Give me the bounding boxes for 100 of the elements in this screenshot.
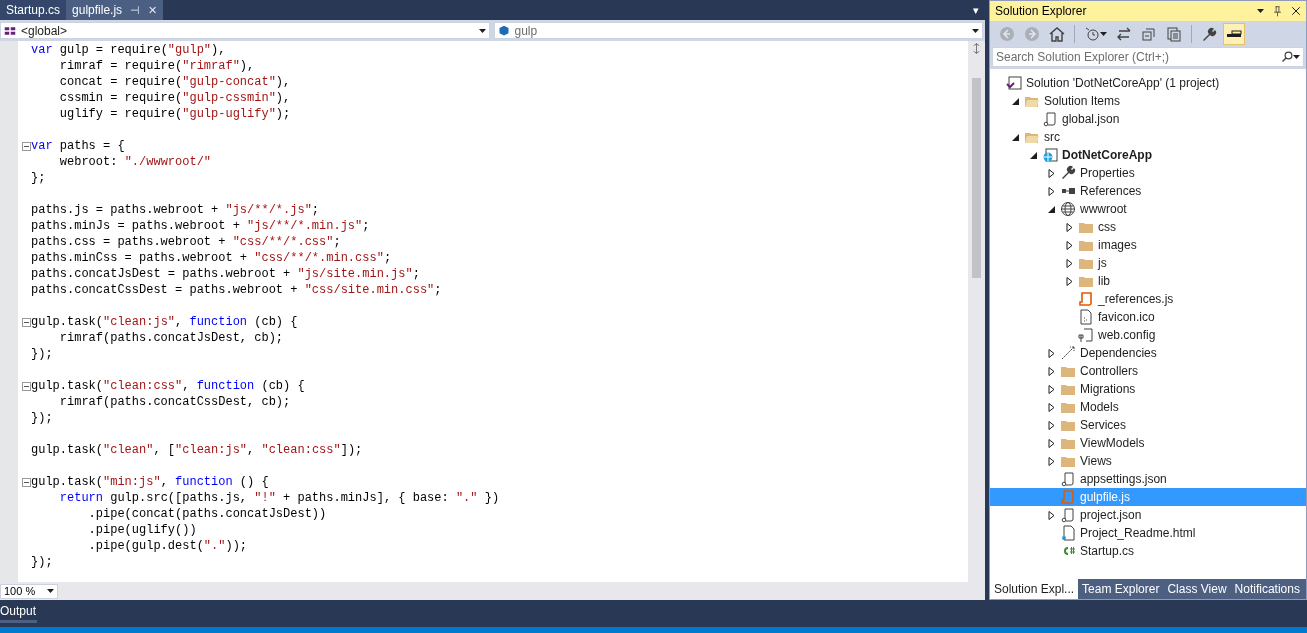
tree-item[interactable]: Models (990, 398, 1306, 416)
collapsed-arrow-icon[interactable] (1048, 186, 1056, 196)
collapsed-arrow-icon[interactable] (1066, 222, 1074, 232)
tree-item[interactable]: appsettings.json (990, 470, 1306, 488)
split-icon[interactable] (971, 43, 982, 54)
solution-icon (1006, 75, 1022, 91)
collapsed-arrow-icon[interactable] (1066, 258, 1074, 268)
code-line: var paths = { (31, 139, 125, 153)
navigation-dropdown[interactable]: gulp (493, 22, 983, 39)
tree-item[interactable]: Startup.cs (990, 542, 1306, 560)
code-line: cssmin = require("gulp-cssmin"), (58, 91, 291, 105)
collapsed-arrow-icon[interactable] (1048, 168, 1056, 178)
collapsed-arrow-icon[interactable] (1048, 402, 1056, 412)
code-line: gulp.task("clean:css", function (cb) { (31, 379, 305, 393)
tree-item[interactable]: lib (990, 272, 1306, 290)
search-field[interactable]: Search Solution Explorer (Ctrl+;) (992, 47, 1304, 67)
forward-icon (1024, 26, 1040, 42)
vertical-scrollbar[interactable] (968, 41, 985, 582)
code-line: .pipe(gulp.dest(".")); (87, 539, 248, 553)
code-line: }); (31, 411, 53, 425)
panel-tab[interactable]: Notifications (1230, 579, 1304, 599)
tree-item[interactable]: js (990, 254, 1306, 272)
panel-tab[interactable]: Team Explorer (1078, 579, 1164, 599)
collapsed-arrow-icon[interactable] (1048, 420, 1056, 430)
expanded-arrow-icon[interactable] (1012, 96, 1020, 106)
script-file-icon (1060, 507, 1076, 523)
script-file-icon (1042, 111, 1058, 127)
dependencies-icon (1060, 345, 1076, 361)
image-file-icon (1078, 309, 1094, 325)
tree-item[interactable]: web.config (990, 326, 1306, 344)
tree-item[interactable]: wwwroot (990, 200, 1306, 218)
close-icon[interactable]: ✕ (148, 3, 158, 17)
collapse-toggle[interactable] (22, 477, 31, 487)
globe-icon (1042, 147, 1058, 163)
tree-item[interactable]: src (990, 128, 1306, 146)
pin-icon[interactable]: ⊣ (130, 3, 141, 17)
tree-item[interactable]: Solution Items (990, 92, 1306, 110)
preview-button[interactable] (1223, 23, 1245, 45)
code-line: paths.concatJsDest = paths.webroot + "js/site.min.js"; (31, 267, 420, 281)
tree-item[interactable]: images (990, 236, 1306, 254)
collapsed-arrow-icon[interactable] (1066, 276, 1074, 286)
tree-item[interactable]: Dependencies (990, 344, 1306, 362)
close-icon[interactable] (1291, 6, 1301, 16)
tree-item[interactable]: Controllers (990, 362, 1306, 380)
code-line: rimraf(paths.concatCssDest, cb); (58, 395, 291, 409)
tree-item[interactable]: Views (990, 452, 1306, 470)
script-file-icon (1078, 291, 1094, 307)
code-line: .pipe(uglify()) (87, 523, 197, 537)
pin-icon[interactable] (1272, 5, 1283, 17)
tree-item[interactable]: References (990, 182, 1306, 200)
tree-item[interactable]: Migrations (990, 380, 1306, 398)
tree-item[interactable]: _references.js (990, 290, 1306, 308)
tab-menu-icon[interactable]: ▾ (973, 3, 985, 17)
panel-header: Solution Explorer (990, 1, 1306, 21)
tree-item[interactable]: favicon.ico (990, 308, 1306, 326)
cube-icon (497, 24, 510, 37)
search-icon (1281, 51, 1293, 63)
tree-item[interactable]: project.json (990, 506, 1306, 524)
panel-tab[interactable]: Class View (1163, 579, 1231, 599)
expanded-arrow-icon[interactable] (1030, 150, 1038, 160)
collapse-toggle[interactable] (22, 381, 31, 391)
navigation-dropdown[interactable]: <global> (0, 22, 490, 39)
tree-item[interactable]: DotNetCoreApp (990, 146, 1306, 164)
code-line: .pipe(concat(paths.concatJsDest)) (87, 507, 327, 521)
collapsed-arrow-icon[interactable] (1066, 240, 1074, 250)
home-icon (1049, 26, 1065, 42)
expanded-arrow-icon[interactable] (1048, 204, 1056, 214)
collapsed-arrow-icon[interactable] (1048, 456, 1056, 466)
back-icon (999, 26, 1015, 42)
collapsed-arrow-icon[interactable] (1048, 366, 1056, 376)
editor-tab[interactable]: Startup.cs (0, 0, 67, 20)
scrollbar-thumb[interactable] (972, 78, 981, 278)
html-file-icon (1060, 525, 1076, 541)
collapsed-arrow-icon[interactable] (1048, 348, 1056, 358)
tree-item[interactable]: Project_Readme.html (990, 524, 1306, 542)
tree-item[interactable]: Solution 'DotNetCoreApp' (1 project) (990, 74, 1306, 92)
panel-tab[interactable]: Output (0, 602, 38, 623)
editor-tab[interactable]: gulpfile.js ⊣ ✕ (66, 0, 164, 20)
sync-arrows-icon (1116, 26, 1132, 42)
collapsed-arrow-icon[interactable] (1048, 510, 1056, 520)
config-file-icon (1078, 327, 1094, 343)
tree-item[interactable]: css (990, 218, 1306, 236)
tree-item[interactable]: ViewModels (990, 434, 1306, 452)
code-line: rimraf = require("rimraf"), (58, 59, 255, 73)
collapse-toggle[interactable] (22, 317, 31, 327)
code-line: rimraf(paths.concatJsDest, cb); (58, 331, 284, 345)
caret-icon (478, 28, 486, 33)
code-line: gulp.task("clean:js", function (cb) { (31, 315, 298, 329)
code-line: }); (31, 555, 53, 569)
collapsed-arrow-icon[interactable] (1048, 384, 1056, 394)
caret-icon (47, 589, 54, 593)
panel-tab[interactable]: Solution Expl... (990, 579, 1079, 599)
zoom-dropdown[interactable]: 100 % (0, 583, 58, 599)
tree-item[interactable]: Properties (990, 164, 1306, 182)
tree-item[interactable]: global.json (990, 110, 1306, 128)
collapse-toggle[interactable] (22, 141, 31, 151)
expanded-arrow-icon[interactable] (1012, 132, 1020, 142)
script-file-icon (1060, 489, 1076, 505)
tree-item[interactable]: Services (990, 416, 1306, 434)
collapsed-arrow-icon[interactable] (1048, 438, 1056, 448)
